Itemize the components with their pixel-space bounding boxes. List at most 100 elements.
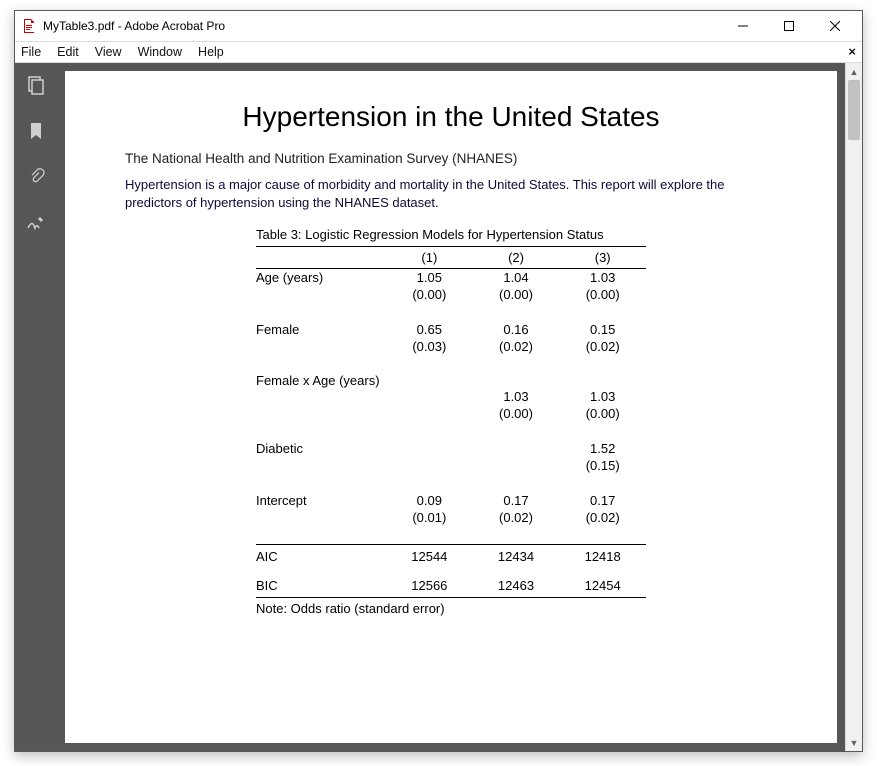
minimize-icon — [738, 21, 748, 31]
scroll-up-button[interactable]: ▲ — [846, 63, 862, 80]
cell: (0.02) — [559, 339, 646, 354]
scroll-down-button[interactable]: ▼ — [846, 734, 862, 751]
cell: (0.02) — [559, 510, 646, 525]
cell: 1.03 — [559, 389, 646, 404]
cell: (0.00) — [473, 406, 560, 421]
close-document-button[interactable]: × — [848, 44, 856, 59]
document-page: Hypertension in the United States The Na… — [65, 71, 837, 743]
menu-view[interactable]: View — [95, 45, 122, 59]
table-row: Female 0.65 0.16 0.15 — [256, 321, 646, 338]
cell: 1.05 — [386, 270, 473, 285]
scroll-track[interactable] — [846, 80, 862, 734]
table-stat-row: AIC 12544 12434 12418 — [256, 544, 646, 565]
table-header-blank — [256, 250, 386, 265]
cell: (0.00) — [559, 287, 646, 302]
cell — [386, 458, 473, 473]
cell: 1.03 — [473, 389, 560, 404]
minimize-button[interactable] — [720, 11, 766, 41]
cell: 1.03 — [559, 270, 646, 285]
table-row: Female x Age (years) — [256, 373, 646, 390]
row-label: Diabetic — [256, 441, 386, 456]
document-viewport[interactable]: Hypertension in the United States The Na… — [57, 63, 845, 751]
cell: 1.52 — [559, 441, 646, 456]
col-1-header: (1) — [386, 250, 473, 265]
row-label: BIC — [256, 578, 386, 593]
table-row-se: (0.15) — [256, 457, 646, 474]
table-row-se: (0.01) (0.02) (0.02) — [256, 509, 646, 526]
doc-title: Hypertension in the United States — [125, 101, 777, 133]
table-row-se: (0.00) (0.00) — [256, 405, 646, 422]
bookmarks-panel-button[interactable] — [24, 119, 48, 143]
cell: 12434 — [473, 549, 560, 564]
row-label: Female x Age (years) — [256, 374, 386, 389]
scroll-thumb[interactable] — [848, 80, 860, 140]
table-row-se: (0.03) (0.02) (0.02) — [256, 338, 646, 355]
left-toolrail — [15, 63, 57, 751]
cell: 12566 — [386, 578, 473, 593]
cell: 0.65 — [386, 322, 473, 337]
table-stat-row: BIC 12566 12463 12454 — [256, 577, 646, 598]
workarea: Hypertension in the United States The Na… — [15, 63, 862, 751]
doc-body: Hypertension is a major cause of morbidi… — [125, 176, 777, 211]
cell: (0.00) — [559, 406, 646, 421]
app-window: MyTable3.pdf - Adobe Acrobat Pro File Ed… — [14, 10, 863, 752]
cell: 0.17 — [559, 493, 646, 508]
cell: (0.01) — [386, 510, 473, 525]
cell: 0.09 — [386, 493, 473, 508]
window-title-area: MyTable3.pdf - Adobe Acrobat Pro — [21, 18, 720, 34]
table-caption: Table 3: Logistic Regression Models for … — [256, 225, 646, 247]
cell — [386, 389, 473, 404]
cell: 12544 — [386, 549, 473, 564]
menu-help[interactable]: Help — [198, 45, 224, 59]
cell: 0.15 — [559, 322, 646, 337]
pages-panel-button[interactable] — [24, 73, 48, 97]
table-row: Diabetic 1.52 — [256, 440, 646, 457]
menu-window[interactable]: Window — [138, 45, 182, 59]
signatures-panel-button[interactable] — [24, 211, 48, 235]
cell — [386, 441, 473, 456]
maximize-icon — [784, 21, 794, 31]
cell: (0.02) — [473, 339, 560, 354]
pdf-file-icon — [21, 18, 37, 34]
table-row: 1.03 1.03 — [256, 388, 646, 405]
col-3-header: (3) — [559, 250, 646, 265]
signature-icon — [26, 214, 46, 232]
close-button[interactable] — [812, 11, 858, 41]
titlebar: MyTable3.pdf - Adobe Acrobat Pro — [15, 11, 862, 41]
row-label: AIC — [256, 549, 386, 564]
close-icon — [830, 21, 840, 31]
maximize-button[interactable] — [766, 11, 812, 41]
cell: (0.15) — [559, 458, 646, 473]
cell: (0.02) — [473, 510, 560, 525]
row-label: Female — [256, 322, 386, 337]
cell: 0.16 — [473, 322, 560, 337]
row-label: Intercept — [256, 493, 386, 508]
window-controls — [720, 11, 858, 41]
table-header-row: (1) (2) (3) — [256, 247, 646, 269]
vertical-scrollbar[interactable]: ▲ ▼ — [845, 63, 862, 751]
menubar: File Edit View Window Help × — [15, 41, 862, 63]
doc-subtitle: The National Health and Nutrition Examin… — [125, 151, 777, 166]
cell: 12418 — [559, 549, 646, 564]
document-content: Hypertension in the United States The Na… — [65, 71, 837, 616]
cell: (0.00) — [386, 287, 473, 302]
table-row: Intercept 0.09 0.17 0.17 — [256, 492, 646, 509]
attachments-panel-button[interactable] — [24, 165, 48, 189]
pages-icon — [26, 75, 46, 95]
cell — [473, 458, 560, 473]
menu-file[interactable]: File — [21, 45, 41, 59]
table-row: Age (years) 1.05 1.04 1.03 — [256, 269, 646, 286]
cell: 12454 — [559, 578, 646, 593]
cell — [386, 406, 473, 421]
menu-edit[interactable]: Edit — [57, 45, 79, 59]
row-label: Age (years) — [256, 270, 386, 285]
cell: 12463 — [473, 578, 560, 593]
col-2-header: (2) — [473, 250, 560, 265]
table-row-se: (0.00) (0.00) (0.00) — [256, 286, 646, 303]
cell: (0.03) — [386, 339, 473, 354]
bookmark-icon — [27, 121, 45, 141]
regression-table: Table 3: Logistic Regression Models for … — [256, 225, 646, 616]
cell: 0.17 — [473, 493, 560, 508]
cell: 1.04 — [473, 270, 560, 285]
cell — [473, 441, 560, 456]
